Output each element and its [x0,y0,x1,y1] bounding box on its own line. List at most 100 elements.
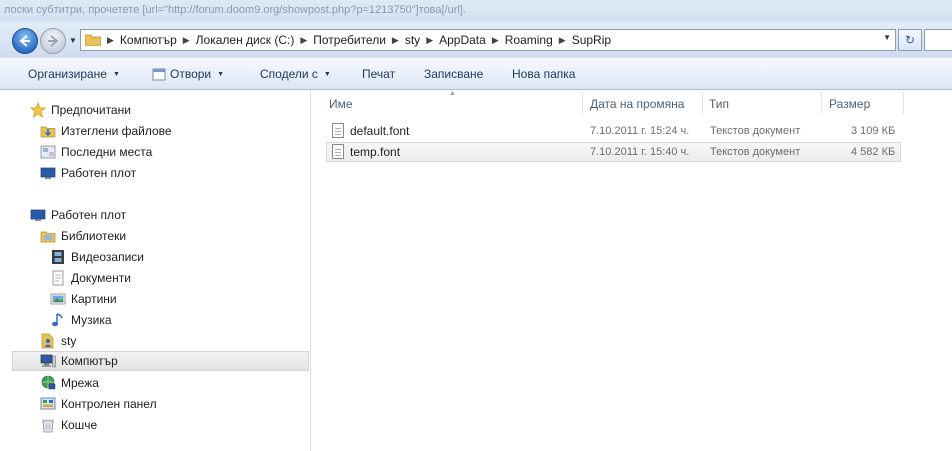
arrow-right-icon [48,35,59,47]
search-input[interactable] [924,29,952,51]
arrow-left-icon [19,35,30,47]
sidebar-item-label: Кошче [61,418,98,432]
sidebar-item-videos[interactable]: Видеозаписи [50,247,144,267]
file-date: 7.10.2011 г. 15:40 ч. [590,146,690,158]
sort-ascending-icon: ▲ [449,90,456,97]
sidebar-item-music[interactable]: Музика [50,310,112,330]
table-row[interactable]: temp.font 7.10.2011 г. 15:40 ч. Текстов … [326,142,901,162]
background-window-text: лоски субтитри, прочетете [url="http://f… [0,0,952,22]
sidebar-item-label: Картини [71,292,117,306]
file-name: default.font [350,124,410,138]
sidebar-item-label: Видеозаписи [71,250,145,264]
dropdown-arrow-icon: ▼ [217,70,225,78]
print-button[interactable]: Печат [362,67,395,81]
recent-places-icon [40,144,56,160]
organize-button[interactable]: Организиране ▼ [28,67,120,81]
document-icon [50,270,66,286]
address-history-dropdown-icon[interactable]: ▼ [883,33,891,42]
refresh-button[interactable]: ↻ [898,29,922,51]
control-panel-icon [40,396,56,412]
breadcrumb-separator-icon[interactable]: ▶ [107,35,114,46]
sidebar-item-pictures[interactable]: Картини [50,289,117,309]
network-icon [40,375,56,391]
sidebar-item-label: Последни места [61,145,153,159]
column-header-date[interactable]: Дата на промяна [590,92,684,116]
file-name: temp.font [350,145,401,159]
desktop-icon [30,207,46,223]
user-folder-icon [40,333,56,349]
sidebar-item-label: Изтеглени файлове [61,124,172,138]
breadcrumb-sty[interactable]: sty [405,33,420,47]
recycle-bin-icon [40,417,56,433]
file-size: 3 109 КБ [851,125,896,137]
sidebar-item-user[interactable]: sty [40,331,76,351]
sidebar-item-network[interactable]: Мрежа [40,373,99,393]
breadcrumb-local-disk[interactable]: Локален диск (C:) [196,33,295,47]
refresh-icon: ↻ [904,33,916,47]
sidebar-item-label: sty [61,334,77,348]
sidebar-item-documents[interactable]: Документи [50,268,131,288]
sidebar-item-label: Библиотеки [61,229,127,243]
breadcrumb-separator-icon[interactable]: ▶ [426,35,433,46]
sidebar-item-label: Работен плот [51,208,127,222]
breadcrumb-computer[interactable]: Компютър [120,33,177,47]
column-divider[interactable] [903,92,904,114]
sidebar-item-label: Контролен панел [61,397,157,411]
breadcrumb-users[interactable]: Потребители [313,33,386,47]
open-label: Отвори [170,67,212,81]
breadcrumb-separator-icon[interactable]: ▶ [183,35,190,46]
print-label: Печат [362,67,396,81]
share-label: Сподели с [260,67,318,81]
breadcrumb-separator-icon[interactable]: ▶ [559,35,566,46]
file-size: 4 582 КБ [851,146,896,158]
column-header-type[interactable]: Тип [709,92,729,116]
desktop-icon [40,165,56,181]
breadcrumb-roaming[interactable]: Roaming [505,33,553,47]
column-header-size[interactable]: Размер [829,92,870,116]
breadcrumb-separator-icon[interactable]: ▶ [300,35,307,46]
column-divider[interactable] [702,92,703,114]
file-date: 7.10.2011 г. 15:24 ч. [590,125,690,137]
breadcrumb-separator-icon[interactable]: ▶ [392,35,399,46]
command-bar: Организиране ▼ Отвори ▼ Сподели с ▼ Печат З… [0,58,952,90]
back-button[interactable] [12,28,38,54]
open-button[interactable]: Отвори ▼ [152,67,224,81]
burn-button[interactable]: Записване [424,67,483,81]
sidebar-item-recent[interactable]: Последни места [40,142,152,162]
sidebar-item-label: Документи [71,271,131,285]
forward-button[interactable] [40,28,66,54]
breadcrumb-suprip[interactable]: SupRip [572,33,611,47]
dropdown-arrow-icon: ▼ [323,70,331,78]
column-header-name[interactable]: Име [329,92,353,116]
column-divider[interactable] [582,92,583,114]
burn-label: Записване [424,67,484,81]
sidebar-item-computer[interactable]: Компютър [12,351,309,371]
sidebar-item-label: Предпочитани [51,103,131,117]
sidebar-item-control-panel[interactable]: Контролен панел [40,394,157,414]
sidebar-item-libraries[interactable]: Библиотеки [40,226,126,246]
film-icon [50,249,66,265]
column-divider[interactable] [821,92,822,114]
new-folder-button[interactable]: Нова папка [512,67,575,81]
sidebar-item-favorites[interactable]: Предпочитани [30,100,131,120]
sidebar-item-label: Работен плот [61,166,137,180]
sidebar-item-downloads[interactable]: Изтеглени файлове [40,121,172,141]
sidebar-item-desktop[interactable]: Работен плот [30,205,126,225]
file-type: Текстов документ [710,146,801,158]
sidebar-item-label: Музика [71,313,112,327]
music-note-icon [50,312,66,328]
sidebar-item-desktop-favorite[interactable]: Работен плот [40,163,136,183]
breadcrumb-appdata[interactable]: AppData [439,33,486,47]
organize-label: Организиране [28,67,107,81]
address-bar[interactable]: ▶ Компютър ▶ Локален диск (C:) ▶ Потреби… [80,29,896,51]
navigation-pane: Предпочитани Изтеглени файлове Последни … [0,90,311,451]
recent-pages-dropdown-icon[interactable]: ▼ [69,36,77,45]
file-type: Текстов документ [710,125,801,137]
share-button[interactable]: Сподели с ▼ [260,67,331,81]
file-list: ▲ Име Дата на промяна Тип Размер default… [311,90,952,451]
dropdown-arrow-icon: ▼ [112,70,120,78]
sidebar-item-recycle-bin[interactable]: Кошче [40,415,97,435]
sidebar-item-label: Компютър [61,354,118,368]
breadcrumb-separator-icon[interactable]: ▶ [492,35,499,46]
table-row[interactable]: default.font 7.10.2011 г. 15:24 ч. Текст… [326,121,901,141]
